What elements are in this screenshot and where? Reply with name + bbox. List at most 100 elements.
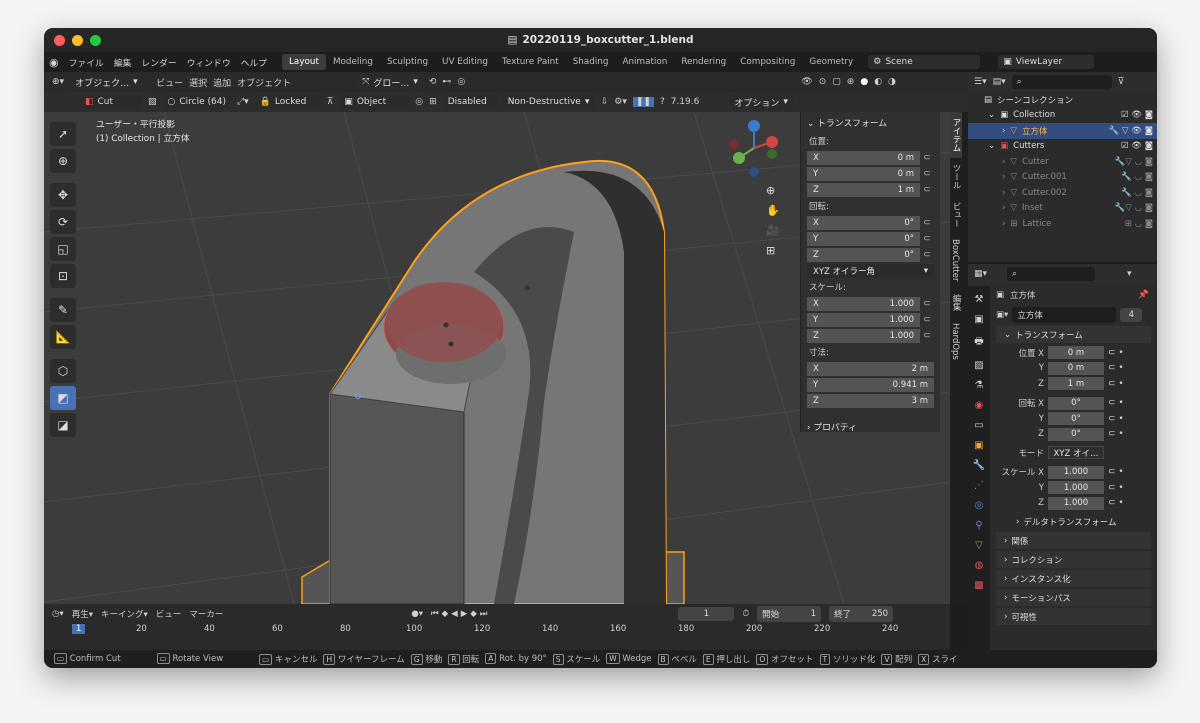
scl-x-field[interactable]: X 1.000 <box>807 296 920 311</box>
lock-icon[interactable]: ⊂ • <box>1108 483 1124 493</box>
prop-scl-x-field[interactable]: 1.000 <box>1048 465 1104 479</box>
options-menu[interactable]: オプション ▾ <box>729 93 793 111</box>
shading-wire-icon[interactable]: ⊕ <box>847 77 855 87</box>
move-tool-icon[interactable]: ✥ <box>50 183 76 207</box>
object-select[interactable]: ▣ Object <box>339 95 410 109</box>
transform-section-header[interactable]: ⌄ トランスフォーム <box>996 326 1151 343</box>
prop-loc-y-field[interactable]: 0 m <box>1048 361 1104 375</box>
instancing-header[interactable]: › インスタンス化 <box>996 570 1151 587</box>
menu-view[interactable]: ビュー <box>156 76 183 89</box>
tool-tab-icon[interactable]: ⚒ <box>975 294 984 305</box>
gizmo-icon[interactable]: 👁 <box>801 77 812 87</box>
mode-select[interactable]: オブジェク… ▾ <box>70 73 151 91</box>
lock-icon[interactable]: ⊂ • <box>1108 398 1124 408</box>
data-tab-icon[interactable]: ▽ <box>975 540 983 551</box>
blender-logo-icon[interactable]: ◉ <box>44 56 64 69</box>
dim-y-field[interactable]: Y 0.941 m <box>807 377 934 392</box>
xray-icon[interactable]: ▢ <box>832 77 841 87</box>
scene-selector[interactable]: ⚙ Scene <box>868 55 981 69</box>
lock-icon[interactable]: ⊂ <box>920 234 934 244</box>
visibility-header[interactable]: › 可視性 <box>996 608 1151 625</box>
shape-box-icon[interactable]: ▧ <box>148 97 157 107</box>
origin-icon[interactable]: ⤢▾ <box>237 97 249 107</box>
camera-icon[interactable]: 🎥 <box>766 224 780 237</box>
zoom-icon[interactable]: ⊕ <box>766 184 780 197</box>
menu-window[interactable]: ウィンドウ <box>182 56 236 69</box>
dim-z-field[interactable]: Z3 m <box>807 393 934 408</box>
collections-header[interactable]: › コレクション <box>996 551 1151 568</box>
outliner-type-icon[interactable]: ☰▾ <box>974 77 987 87</box>
prop-scl-y-field[interactable]: 1.000 <box>1048 481 1104 495</box>
loc-x-field[interactable]: X0 m <box>807 150 920 165</box>
dropdown-icon[interactable]: ▾ <box>1127 269 1132 279</box>
playhead[interactable]: 1 <box>72 624 86 634</box>
dim-x-field[interactable]: X2 m <box>807 361 934 376</box>
object-tab-icon[interactable]: ▣ <box>974 440 983 451</box>
tab-uv-editing[interactable]: UV Editing <box>435 54 495 70</box>
annotate-tool-icon[interactable]: ✎ <box>50 298 76 322</box>
apply-icon[interactable]: ⇩ <box>601 97 609 107</box>
snap-icon[interactable]: ⊷ <box>442 77 451 87</box>
loc-y-field[interactable]: Y0 m <box>807 166 920 181</box>
pan-hand-icon[interactable]: ✋ <box>766 204 780 217</box>
tab-hardops[interactable]: HardOps <box>950 317 960 366</box>
collection-row[interactable]: ⌄ ▣ Collection ☑ 👁 ◙ <box>968 108 1157 124</box>
scene-collection-row[interactable]: ▤ シーンコレクション <box>968 92 1157 108</box>
rot-x-field[interactable]: X 0° <box>807 215 920 230</box>
tab-geometry[interactable]: Geometry <box>802 54 860 70</box>
visibility-icons[interactable]: ☑ 👁 ◙ <box>1121 141 1153 151</box>
outliner-search-input[interactable]: ⌕ <box>1011 75 1112 89</box>
tab-texture-paint[interactable]: Texture Paint <box>495 54 566 70</box>
transform-tool-icon[interactable]: ⊡ <box>50 264 76 288</box>
material-tab-icon[interactable]: ◍ <box>975 560 984 571</box>
tab-animation[interactable]: Animation <box>615 54 674 70</box>
properties-search-input[interactable]: ⌕ <box>1007 267 1096 281</box>
navigation-gizmo[interactable] <box>729 120 778 177</box>
physics-tab-icon[interactable]: ◎ <box>975 500 984 511</box>
scale-tool-icon[interactable]: ◱ <box>50 237 76 261</box>
orientation-select[interactable]: ⤧ グロー… ▾ <box>357 73 423 91</box>
menu-file[interactable]: ファイル <box>64 56 109 69</box>
editor-type-icon[interactable]: ⊕▾ <box>52 77 64 87</box>
lock-icon[interactable]: ⊂ <box>920 315 934 325</box>
visibility-icons[interactable]: 🔧▽ ◡ ◙ <box>1115 203 1153 213</box>
lock-icon[interactable]: ⊂ • <box>1108 379 1124 389</box>
timeline-type-icon[interactable]: ◷▾ <box>52 609 64 619</box>
tab-layout[interactable]: Layout <box>282 54 326 70</box>
pause-icon[interactable]: ❚❚ <box>632 97 654 107</box>
tab-modeling[interactable]: Modeling <box>326 54 380 70</box>
visibility-icons[interactable]: 🔧▽ ◡ ◙ <box>1115 157 1153 167</box>
world-tab-icon[interactable]: ◉ <box>975 400 984 411</box>
visibility-icons[interactable]: 🔧 ◡ ◙ <box>1121 172 1153 182</box>
prop-loc-x-field[interactable]: 0 m <box>1048 346 1104 360</box>
cutter-row[interactable]: › ▽ Cutter 🔧▽ ◡ ◙ <box>968 154 1157 170</box>
menu-help[interactable]: ヘルプ <box>236 56 272 69</box>
tab-view[interactable]: ビュー <box>950 196 962 234</box>
hardops-tool-icon[interactable]: ◪ <box>50 413 76 437</box>
lock-icon[interactable]: ⊂ • <box>1108 348 1124 358</box>
menu-add[interactable]: 追加 <box>213 76 231 89</box>
object-data-icon[interactable]: ▣▾ <box>996 310 1008 320</box>
menu-render[interactable]: レンダー <box>136 56 181 69</box>
loc-z-field[interactable]: Z1 m <box>807 182 920 197</box>
visibility-icons[interactable]: 🔧 ▽ 👁 ◙ <box>1109 126 1153 136</box>
stopwatch-icon[interactable]: ⏱ <box>742 609 749 619</box>
output-tab-icon[interactable]: 🖶 <box>974 334 983 351</box>
cutter-002-row[interactable]: › ▽ Cutter.002 🔧 ◡ ◙ <box>968 185 1157 201</box>
users-count[interactable]: 4 <box>1120 308 1143 322</box>
render-tab-icon[interactable]: ▣ <box>974 314 983 325</box>
pivot-icon[interactable]: ⟲ <box>429 77 437 87</box>
collection-tab-icon[interactable]: ▭ <box>974 420 983 431</box>
cutter-001-row[interactable]: › ▽ Cutter.001 🔧 ◡ ◙ <box>968 170 1157 186</box>
minimize-button[interactable] <box>72 35 83 46</box>
locked-select[interactable]: 🔒 Locked <box>254 95 321 109</box>
texture-tab-icon[interactable]: ▩ <box>974 580 983 591</box>
viewlayer-selector[interactable]: ▣ ViewLayer <box>998 55 1095 69</box>
lock-icon[interactable]: ⊂ <box>920 331 934 341</box>
disabled-select[interactable]: Disabled <box>442 95 497 109</box>
relations-header[interactable]: › 関係 <box>996 532 1151 549</box>
rot-z-field[interactable]: Z 0° <box>807 247 920 262</box>
rotate-tool-icon[interactable]: ⟳ <box>50 210 76 234</box>
nondestructive-select[interactable]: Non-Destructive ▾ <box>502 95 595 109</box>
lock-icon[interactable]: ⊂ <box>920 185 934 195</box>
